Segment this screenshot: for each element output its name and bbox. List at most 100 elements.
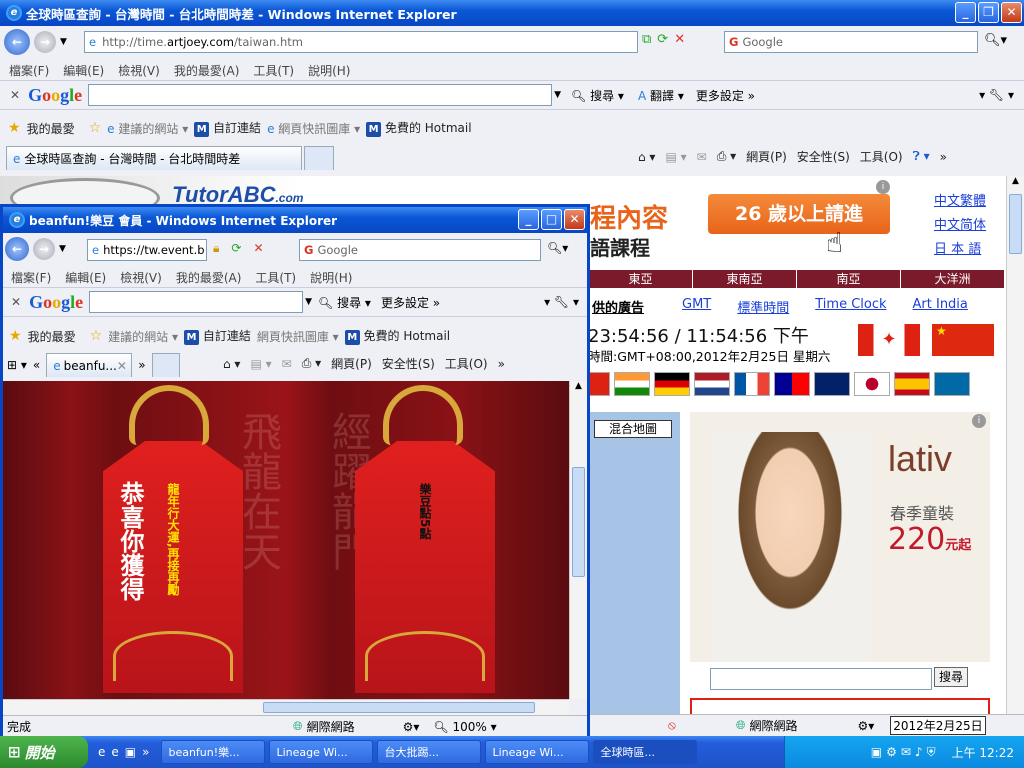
feeds-icon[interactable]: ▤ ▾ xyxy=(665,150,686,164)
popup-back-button[interactable]: ← xyxy=(5,237,29,261)
flag-germany[interactable] xyxy=(654,372,690,396)
menu-help[interactable]: 說明(H) xyxy=(308,64,350,78)
refresh-icon[interactable]: ⟳ xyxy=(657,32,668,47)
flag-canada[interactable]: ✦ xyxy=(858,324,920,356)
quicklaunch-overflow-icon[interactable]: » xyxy=(142,745,149,759)
popup-print-icon[interactable]: ⎙ ▾ xyxy=(302,356,321,371)
task-timezone[interactable]: 全球時區... xyxy=(593,740,698,764)
fav-custom-links[interactable]: M 自訂連結 xyxy=(194,119,261,137)
fav-suggested[interactable]: e 建議的網站 ▾ xyxy=(107,120,188,137)
popup-menu-view[interactable]: 檢視(V) xyxy=(120,271,162,285)
link-art-india[interactable]: Art India xyxy=(913,297,968,316)
task-lineage-1[interactable]: Lineage Wi... xyxy=(269,740,374,764)
popup-menu-tools[interactable]: 工具(T) xyxy=(255,271,296,285)
popup-hscroll-thumb[interactable] xyxy=(263,702,535,713)
show-desktop-icon[interactable]: ▣ xyxy=(125,745,136,759)
flag-india[interactable] xyxy=(614,372,650,396)
popup-wrench-icon[interactable]: ▾ 🔧︎ ▾ xyxy=(544,295,579,309)
ie2-quicklaunch-icon[interactable]: e xyxy=(111,745,118,759)
menu-view[interactable]: 檢視(V) xyxy=(118,64,160,78)
add-favorite-icon[interactable]: ☆ xyxy=(89,120,102,136)
popup-cmd-overflow-icon[interactable]: » xyxy=(498,357,505,371)
fav-webslice[interactable]: e 網頁快訊圖庫 ▾ xyxy=(267,120,360,137)
home-icon[interactable]: ⌂ ▾ xyxy=(638,150,655,164)
menu-edit[interactable]: 編輯(E) xyxy=(63,64,104,78)
popup-add-favorite-icon[interactable]: ☆ xyxy=(90,328,103,344)
tray-clock[interactable]: 上午 12:22 xyxy=(952,744,1014,761)
map-panel[interactable] xyxy=(588,412,680,714)
popup-google-dropdown-icon[interactable]: ▼ xyxy=(305,297,312,307)
main-vertical-scrollbar[interactable]: ▲ xyxy=(1006,176,1024,714)
gift-tag-right[interactable]: 樂豆點5點 xyxy=(355,441,495,693)
popup-maximize-button[interactable]: □ xyxy=(541,209,562,230)
link-standard-time[interactable]: 標準時間 xyxy=(737,297,789,316)
popup-minimize-button[interactable]: _ xyxy=(518,209,539,230)
flag-netherlands[interactable] xyxy=(694,372,730,396)
flag-uk[interactable] xyxy=(814,372,850,396)
protected-mode-icon[interactable]: ⚙▾ xyxy=(857,719,874,733)
popup-scroll-up-icon[interactable]: ▲ xyxy=(570,381,587,397)
minimize-button[interactable]: _ xyxy=(955,2,976,23)
popup-vertical-scrollbar[interactable]: ▲ xyxy=(569,381,587,699)
zoom-control[interactable]: 🔍︎ 100% ▾ xyxy=(433,720,496,734)
region-east-asia[interactable]: 東亞 xyxy=(588,270,692,288)
menu-file[interactable]: 檔案(F) xyxy=(9,64,49,78)
popup-toolbar-search-button[interactable]: 🔍︎ 搜尋 ▾ xyxy=(318,294,371,311)
popup-close-button[interactable]: ✕ xyxy=(564,209,585,230)
popup-protected-icon[interactable]: ⚙▾ xyxy=(403,720,420,734)
cmd-page[interactable]: 網頁(P) xyxy=(746,148,787,165)
ie-quicklaunch-icon[interactable]: e xyxy=(98,745,105,759)
flag-france[interactable] xyxy=(734,372,770,396)
lativ-info-icon[interactable]: i xyxy=(972,414,986,428)
region-south-asia[interactable]: 南亞 xyxy=(796,270,900,288)
google-dropdown-icon[interactable]: ▼ xyxy=(554,90,561,100)
stop-icon[interactable]: ✕ xyxy=(674,32,685,47)
popup-fav-webslice[interactable]: 網頁快訊圖庫 ▾ xyxy=(257,328,339,345)
main-active-tab[interactable]: e 全球時區查詢 - 台灣時間 - 台北時間時差 xyxy=(6,146,302,170)
print-icon[interactable]: ⎙ ▾ xyxy=(717,149,736,164)
popup-google-input[interactable] xyxy=(89,291,304,313)
lang-simplified[interactable]: 中文简体 xyxy=(934,214,986,238)
scroll-thumb[interactable] xyxy=(1009,194,1022,254)
popup-menu-file[interactable]: 檔案(F) xyxy=(11,271,51,285)
lativ-ad[interactable]: lativ 春季童裝 220元起 i xyxy=(690,412,990,662)
fav-hotmail[interactable]: M 免費的 Hotmail xyxy=(366,119,472,137)
popup-address-bar[interactable]: e https://tw.event.b xyxy=(87,239,207,261)
hybrid-map-button[interactable]: 混合地圖 xyxy=(594,420,672,438)
tab-scroll-right-icon[interactable]: » xyxy=(138,358,145,372)
popup-horizontal-scrollbar[interactable] xyxy=(3,699,569,715)
search-go-icon[interactable]: 🔍︎▾ xyxy=(984,33,1007,48)
popup-fav-hotmail[interactable]: M 免費的 Hotmail xyxy=(344,327,450,345)
favorites-label[interactable]: 我的最愛 xyxy=(27,120,75,137)
tab-close-icon[interactable]: ✕ xyxy=(117,359,127,373)
history-dropdown-icon[interactable]: ▼ xyxy=(60,37,67,47)
popup-titlebar[interactable]: e beanfun!樂豆 會員 - Windows Internet Explo… xyxy=(3,207,587,233)
popup-toolbar-close-icon[interactable]: ✕ xyxy=(11,295,21,309)
popup-refresh-icon[interactable]: ⟳ xyxy=(231,241,241,256)
flag-china[interactable]: ★ xyxy=(932,324,994,356)
popup-blocked-icon[interactable]: ⦸ xyxy=(668,718,676,733)
popup-stop-icon[interactable]: ✕ xyxy=(253,241,263,256)
popup-home-icon[interactable]: ⌂ ▾ xyxy=(223,357,240,371)
page-search-input[interactable] xyxy=(710,668,932,690)
main-search-box[interactable]: G Google xyxy=(724,31,978,53)
region-oceania[interactable]: 大洋洲 xyxy=(900,270,1004,288)
toolbar-translate-button[interactable]: A 翻譯 ▾ xyxy=(638,87,684,104)
toolbar-search-button[interactable]: 🔍︎ 搜尋 ▾ xyxy=(571,87,624,104)
new-tab-button[interactable] xyxy=(304,146,334,170)
cmd-safety[interactable]: 安全性(S) xyxy=(797,148,850,165)
task-ptt[interactable]: 台大批踢... xyxy=(377,740,482,764)
menu-tools[interactable]: 工具(T) xyxy=(253,64,294,78)
popup-toolbar-more-button[interactable]: 更多設定 » xyxy=(381,294,440,311)
popup-menu-edit[interactable]: 編輯(E) xyxy=(65,271,106,285)
close-button[interactable]: ✕ xyxy=(1001,2,1022,23)
popup-new-tab-button[interactable] xyxy=(151,353,180,377)
popup-search-go-icon[interactable]: 🔍︎▾ xyxy=(547,241,568,255)
lang-traditional[interactable]: 中文繁體 xyxy=(934,190,986,214)
popup-cmd-safety[interactable]: 安全性(S) xyxy=(382,355,435,372)
task-lineage-2[interactable]: Lineage Wi... xyxy=(485,740,590,764)
lock-icon[interactable]: 🔒︎ xyxy=(213,241,219,256)
google-toolbar-input[interactable] xyxy=(88,84,553,106)
popup-feeds-icon[interactable]: ▤ ▾ xyxy=(250,357,271,371)
help-icon[interactable]: ❓︎ ▾ xyxy=(913,149,930,164)
